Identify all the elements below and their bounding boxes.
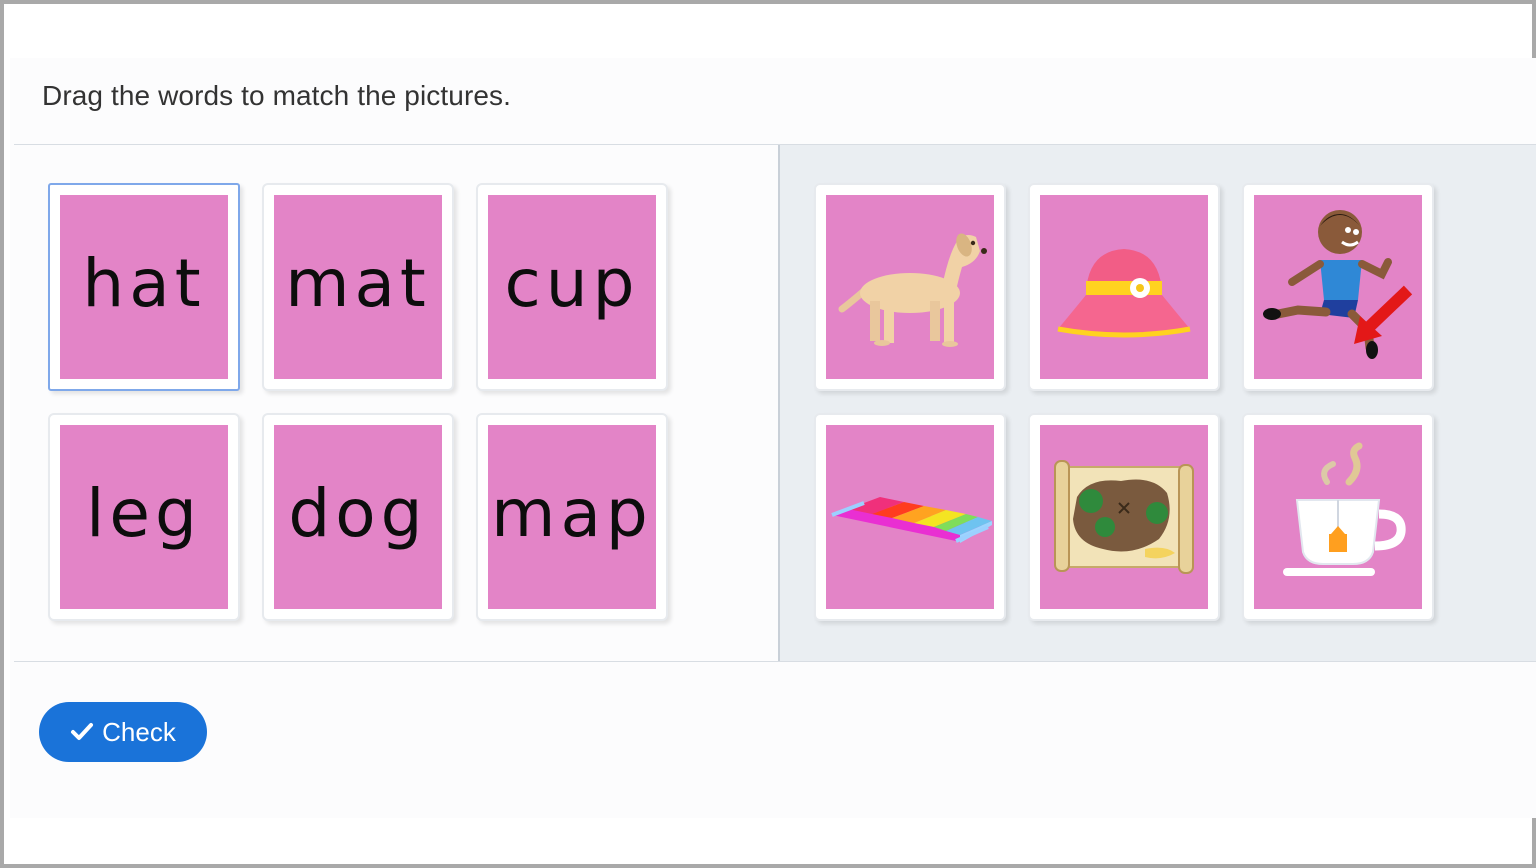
- picture-card-face: [1040, 195, 1208, 379]
- word-label: map: [491, 475, 653, 552]
- picture-card-hat[interactable]: [1028, 183, 1220, 391]
- picture-card-leg[interactable]: [1242, 183, 1434, 391]
- checkmark-icon: [70, 722, 94, 742]
- instruction-text: Drag the words to match the pictures.: [42, 80, 512, 111]
- window-frame: Drag the words to match the pictures. ha…: [0, 0, 1536, 868]
- word-bank: hat mat cup leg dog map: [14, 145, 778, 661]
- check-button[interactable]: Check: [39, 702, 207, 762]
- picture-card-face: [826, 425, 994, 609]
- word-card-face: dog: [274, 425, 442, 609]
- picture-card-cup[interactable]: [1242, 413, 1434, 621]
- activity-panel: Drag the words to match the pictures. ha…: [10, 58, 1536, 818]
- running-boy-leg-icon: [1263, 210, 1413, 359]
- word-card-mat[interactable]: mat: [262, 183, 454, 391]
- word-card-face: leg: [60, 425, 228, 609]
- picture-card-dog[interactable]: [814, 183, 1006, 391]
- word-card-face: map: [488, 425, 656, 609]
- word-card-cup[interactable]: cup: [476, 183, 668, 391]
- word-card-map[interactable]: map: [476, 413, 668, 621]
- striped-mat-icon: [831, 497, 992, 543]
- word-label: cup: [504, 245, 640, 322]
- word-card-hat[interactable]: hat: [48, 183, 240, 391]
- dog-icon: [838, 233, 987, 347]
- sun-hat-icon: [1057, 249, 1191, 338]
- picture-card-face: [826, 195, 994, 379]
- word-card-face: cup: [488, 195, 656, 379]
- picture-card-map[interactable]: [1028, 413, 1220, 621]
- matching-board: hat mat cup leg dog map: [14, 144, 1536, 662]
- picture-card-face: [1040, 425, 1208, 609]
- word-label: mat: [285, 245, 431, 322]
- word-label: dog: [288, 475, 428, 552]
- word-label: hat: [82, 245, 206, 322]
- word-card-leg[interactable]: leg: [48, 413, 240, 621]
- picture-targets: [778, 145, 1536, 661]
- word-card-dog[interactable]: dog: [262, 413, 454, 621]
- treasure-map-icon: [1054, 460, 1194, 574]
- picture-card-mat[interactable]: [814, 413, 1006, 621]
- check-button-label: Check: [102, 716, 176, 747]
- word-label: leg: [86, 475, 202, 552]
- picture-card-face: [1254, 195, 1422, 379]
- tea-cup-icon: [1283, 442, 1406, 576]
- word-card-face: hat: [60, 195, 228, 379]
- picture-card-face: [1254, 425, 1422, 609]
- word-card-face: mat: [274, 195, 442, 379]
